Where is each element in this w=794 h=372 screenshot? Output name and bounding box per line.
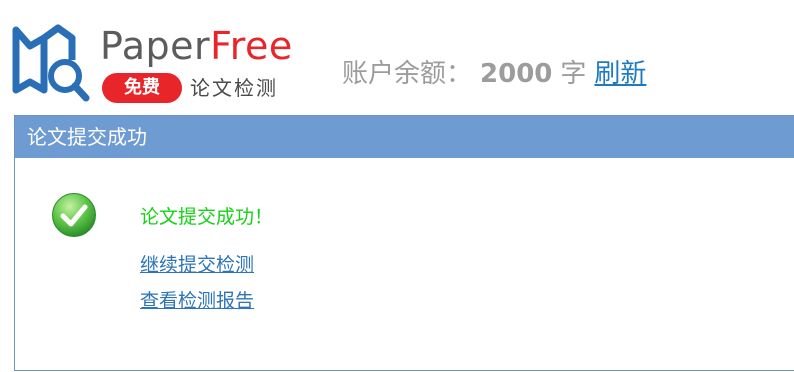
brand-tagline: 论文检测 [190, 76, 278, 100]
balance-label: 账户余额： [342, 59, 473, 89]
balance-value: 2000 [480, 59, 553, 89]
brand-name: PaperFree [100, 24, 293, 68]
refresh-link[interactable]: 刷新 [594, 59, 646, 89]
submit-result-panel: 论文提交成功 论文提交成功！ 继续提交检测 查看检测报告 [14, 115, 794, 371]
paperfree-logo-icon [12, 24, 90, 102]
view-report-link[interactable]: 查看检测报告 [140, 288, 254, 314]
account-balance: 账户余额： 2000 字刷新 [342, 56, 646, 92]
continue-submit-link[interactable]: 继续提交检测 [140, 252, 254, 278]
success-check-icon [52, 193, 96, 237]
brand-name-part1: Paper [100, 24, 211, 68]
free-badge: 免费 [102, 73, 182, 103]
success-message: 论文提交成功！ [140, 206, 274, 228]
site-header: PaperFree 免费 论文检测 账户余额： 2000 字刷新 [0, 0, 794, 112]
brand-name-part2: Free [210, 24, 293, 68]
panel-title: 论文提交成功 [15, 116, 794, 158]
balance-unit: 字 [560, 59, 587, 89]
